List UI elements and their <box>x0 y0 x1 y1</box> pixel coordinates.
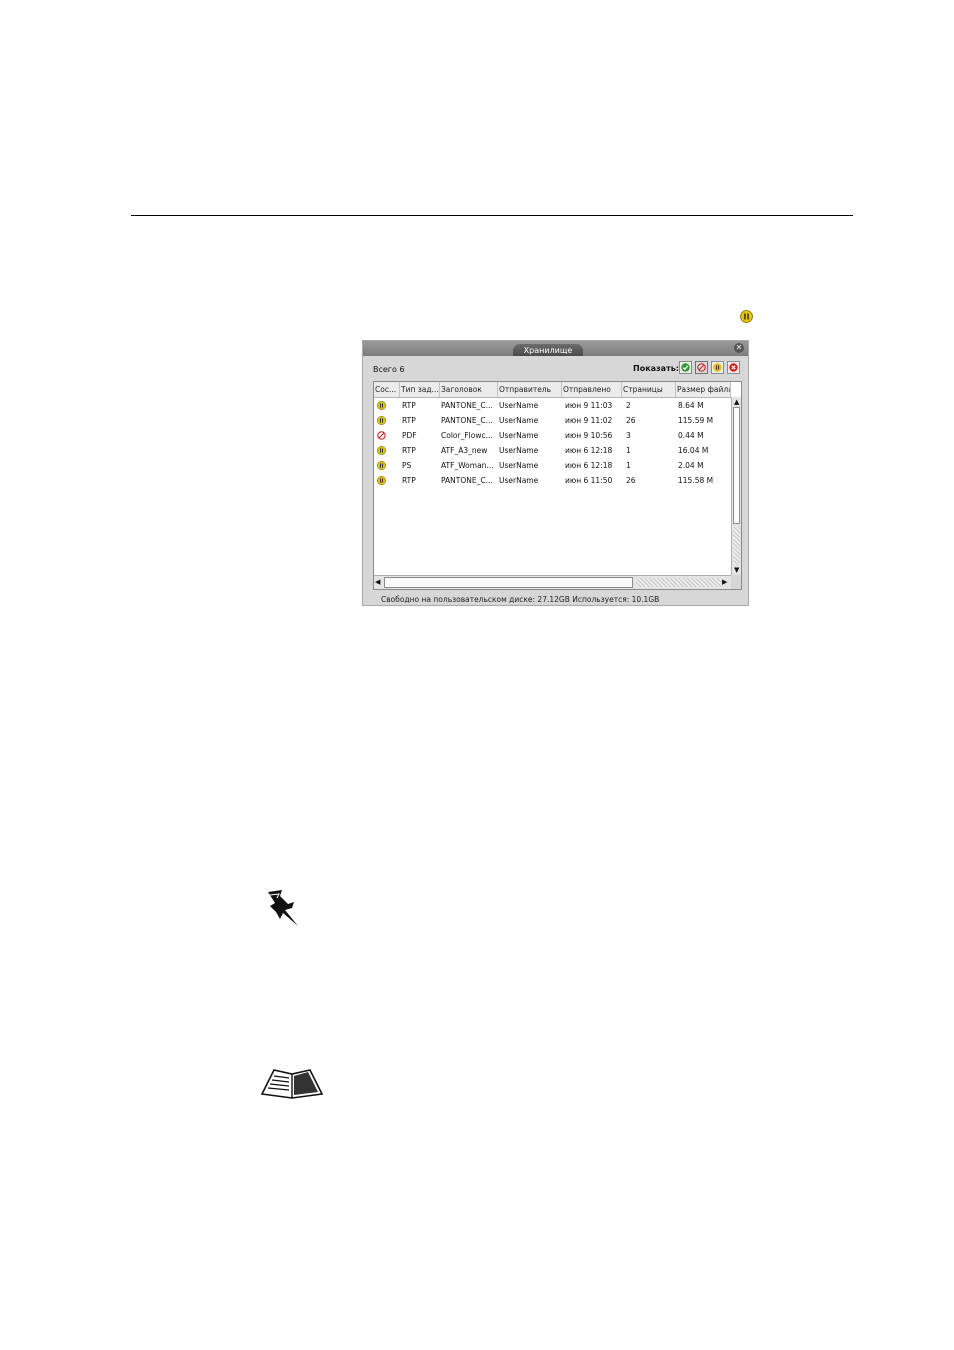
table-row[interactable]: RTP ATF_A3_new UserName июн 6 12:18 1 16.04 M <box>374 443 731 458</box>
horizontal-scroll-track <box>636 578 721 587</box>
cell-pages: 26 <box>626 416 636 425</box>
check-icon <box>681 363 690 372</box>
cell-title: ATF_Woman... <box>441 461 494 470</box>
filter-held-button[interactable] <box>711 361 724 374</box>
scroll-down-arrow-icon[interactable]: ▼ <box>734 566 739 574</box>
pushpin-icon <box>268 890 298 926</box>
table-row[interactable]: PS ATF_Woman... UserName июн 6 12:18 1 2.04 M <box>374 458 731 473</box>
cell-pages: 3 <box>626 431 631 440</box>
pause-icon <box>377 401 386 410</box>
pause-icon <box>713 363 722 372</box>
window-titlebar: Хранилище ✕ <box>363 341 748 356</box>
page-rule <box>131 215 853 216</box>
cell-title: ATF_A3_new <box>441 446 488 455</box>
column-job-type[interactable]: Тип зад... <box>400 382 440 397</box>
column-status[interactable]: Сос... <box>374 382 400 397</box>
cell-sent: июн 9 11:03 <box>565 401 613 410</box>
table-row[interactable]: RTP PANTONE_C... UserName июн 6 11:50 26 115.… <box>374 473 731 488</box>
cell-size: 115.58 M <box>678 476 714 485</box>
horizontal-scroll-thumb[interactable] <box>384 577 633 588</box>
prohibited-icon <box>697 363 706 372</box>
cell-pages: 2 <box>626 401 631 410</box>
scroll-right-arrow-icon[interactable]: ▶ <box>722 578 727 586</box>
scroll-corner <box>731 575 741 589</box>
filter-aborted-button[interactable] <box>695 361 708 374</box>
cell-pages: 26 <box>626 476 636 485</box>
cell-type: RTP <box>402 401 416 410</box>
table-row[interactable]: RTP PANTONE_C... UserName июн 9 11:02 26 115.… <box>374 413 731 428</box>
filter-failed-button[interactable] <box>727 361 740 374</box>
cell-sender: UserName <box>499 431 539 440</box>
jobs-table: Сос... Тип зад... Заголовок Отправитель … <box>373 381 742 590</box>
cell-type: PS <box>402 461 412 470</box>
cell-title: PANTONE_C... <box>441 401 493 410</box>
table-header: Сос... Тип зад... Заголовок Отправитель … <box>374 382 731 398</box>
vertical-scroll-track <box>733 527 740 565</box>
filter-completed-button[interactable] <box>679 361 692 374</box>
pause-icon <box>377 446 386 455</box>
cell-type: RTP <box>402 446 416 455</box>
book-icon <box>260 1069 324 1099</box>
scroll-left-arrow-icon[interactable]: ◀ <box>375 578 380 586</box>
cell-title: PANTONE_C... <box>441 476 493 485</box>
cell-size: 8.64 M <box>678 401 704 410</box>
pause-icon <box>377 461 386 470</box>
cell-sender: UserName <box>499 401 539 410</box>
cell-sent: июн 6 11:50 <box>565 476 613 485</box>
cell-sender: UserName <box>499 461 539 470</box>
cell-sent: июн 6 12:18 <box>565 446 613 455</box>
cell-sender: UserName <box>499 446 539 455</box>
column-sent[interactable]: Отправлено <box>562 382 622 397</box>
cell-size: 16.04 M <box>678 446 709 455</box>
vertical-scroll-thumb[interactable] <box>733 407 740 524</box>
show-filter-label: Показать: <box>633 364 679 373</box>
pause-icon <box>377 416 386 425</box>
column-file-size[interactable]: Размер файла <box>676 382 731 397</box>
column-title[interactable]: Заголовок <box>440 382 498 397</box>
cell-sender: UserName <box>499 416 539 425</box>
table-row[interactable]: PDF Color_Flowc... UserName июн 9 10:56 3 0.4… <box>374 428 731 443</box>
total-count: Всего 6 <box>373 365 405 374</box>
scroll-up-arrow-icon[interactable]: ▲ <box>734 398 739 406</box>
cell-sent: июн 9 11:02 <box>565 416 613 425</box>
storage-window: Хранилище ✕ Всего 6 Показать: Сос... Тип… <box>362 340 749 606</box>
pause-icon <box>377 476 386 485</box>
table-row[interactable]: RTP PANTONE_C... UserName июн 9 11:03 2 8.64 … <box>374 398 731 413</box>
close-icon[interactable]: ✕ <box>734 343 744 353</box>
cell-size: 115.59 M <box>678 416 714 425</box>
vertical-scrollbar[interactable]: ▲ ▼ <box>731 397 741 575</box>
cell-sent: июн 9 10:56 <box>565 431 613 440</box>
cell-type: RTP <box>402 476 416 485</box>
cell-title: PANTONE_C... <box>441 416 493 425</box>
cell-size: 0.44 M <box>678 431 704 440</box>
error-x-icon <box>729 363 738 372</box>
prohibited-icon <box>377 431 386 440</box>
cell-title: Color_Flowc... <box>441 431 493 440</box>
disk-status: Свободно на пользовательском диске: 27.1… <box>381 595 660 604</box>
pause-icon <box>740 310 753 323</box>
cell-pages: 1 <box>626 446 631 455</box>
cell-sender: UserName <box>499 476 539 485</box>
cell-type: PDF <box>402 431 417 440</box>
column-sender[interactable]: Отправитель <box>498 382 562 397</box>
cell-type: RTP <box>402 416 416 425</box>
column-pages[interactable]: Страницы <box>622 382 676 397</box>
cell-size: 2.04 M <box>678 461 704 470</box>
cell-pages: 1 <box>626 461 631 470</box>
window-title-tab[interactable]: Хранилище <box>513 344 583 356</box>
horizontal-scrollbar[interactable]: ◀ ▶ <box>374 575 731 589</box>
cell-sent: июн 6 12:18 <box>565 461 613 470</box>
